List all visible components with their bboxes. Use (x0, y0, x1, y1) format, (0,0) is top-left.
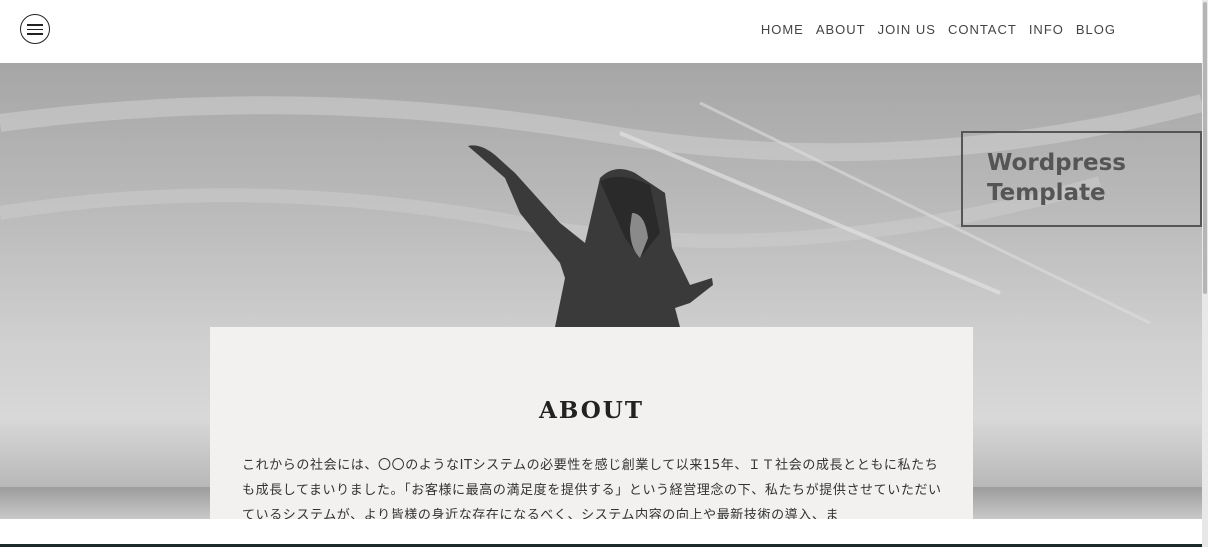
template-label-line1: Wordpress (987, 150, 1126, 176)
nav-join-us[interactable]: JOIN US (878, 22, 936, 37)
vertical-scrollbar[interactable] (1202, 0, 1208, 547)
nav-contact[interactable]: CONTACT (948, 22, 1017, 37)
about-title: ABOUT (539, 397, 644, 424)
about-section: ABOUT これからの社会には、〇〇のようなITシステムの必要性を感じ創業して以… (210, 327, 973, 522)
scrollbar-thumb[interactable] (1203, 2, 1207, 294)
about-text: これからの社会には、〇〇のようなITシステムの必要性を感じ創業して以来15年、Ｉ… (242, 458, 942, 522)
site-header: HOME ABOUT JOIN US CONTACT INFO BLOG (0, 0, 1202, 63)
main-nav: HOME ABOUT JOIN US CONTACT INFO BLOG (761, 22, 1116, 37)
template-label-line2: Template (987, 180, 1106, 206)
page-bottom-strip (0, 519, 1202, 547)
nav-about[interactable]: ABOUT (816, 22, 866, 37)
nav-blog[interactable]: BLOG (1076, 22, 1116, 37)
nav-home[interactable]: HOME (761, 22, 804, 37)
hamburger-menu-icon[interactable] (20, 14, 50, 44)
template-label-box: Wordpress Template (961, 131, 1202, 227)
nav-info[interactable]: INFO (1029, 22, 1064, 37)
